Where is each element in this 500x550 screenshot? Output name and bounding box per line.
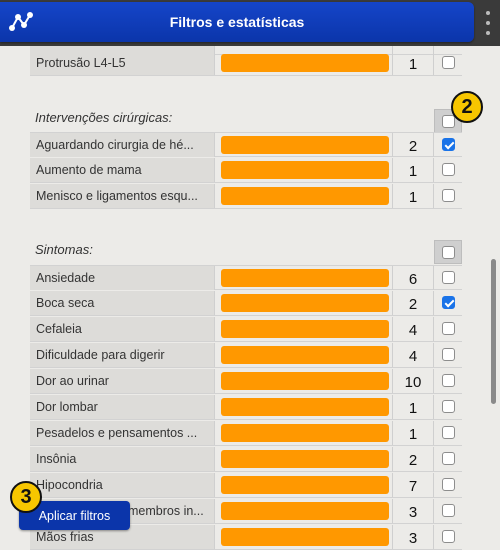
page-title: Filtros e estatísticas <box>169 14 305 30</box>
count-bar <box>221 528 389 546</box>
table-row: Pesadelos e pensamentos ... 1 <box>30 421 462 446</box>
count-bar <box>221 476 389 494</box>
header-bar: Filtros e estatísticas <box>0 2 474 42</box>
row-label: Aguardando cirurgia de hé... <box>30 133 215 157</box>
count-bar <box>221 161 389 179</box>
row-label: Dor lombar <box>30 395 215 419</box>
row-count: 2 <box>392 133 434 157</box>
count-bar <box>221 54 389 72</box>
filter-checkbox[interactable] <box>442 426 455 439</box>
filter-checkbox[interactable] <box>442 189 455 202</box>
filter-checkbox[interactable] <box>442 530 455 543</box>
header: Filtros e estatísticas <box>0 0 500 46</box>
filter-checkbox[interactable] <box>442 348 455 361</box>
row-count: 4 <box>392 317 434 341</box>
table-row: Protrusão L4-L5 1 <box>30 51 462 76</box>
row-count: 2 <box>392 447 434 471</box>
row-label: Dor ao urinar <box>30 369 215 393</box>
count-bar <box>221 294 389 312</box>
table-row: Aumento de mama 1 <box>30 158 462 183</box>
row-count: 3 <box>392 525 434 549</box>
count-bar <box>221 372 389 390</box>
count-bar <box>221 398 389 416</box>
count-bar <box>221 424 389 442</box>
row-count: 1 <box>392 51 434 75</box>
section-select-all-box <box>434 240 462 264</box>
count-bar <box>221 187 389 205</box>
row-count: 1 <box>392 158 434 182</box>
step-badge-2: 2 <box>451 91 483 123</box>
filter-list: Protrusão L4-L5 1 Intervenções cirúrgica… <box>0 46 500 550</box>
row-label: Pesadelos e pensamentos ... <box>30 421 215 445</box>
filter-checkbox[interactable] <box>442 296 455 309</box>
count-bar <box>221 502 389 520</box>
count-bar <box>221 269 389 287</box>
filter-checkbox[interactable] <box>442 138 455 151</box>
row-label: Cefaleia <box>30 317 215 341</box>
filter-checkbox[interactable] <box>442 56 455 69</box>
table-row: Dificuldade para digerir 4 <box>30 343 462 368</box>
section-title: Intervenções cirúrgicas: <box>35 110 173 125</box>
filter-checkbox[interactable] <box>442 322 455 335</box>
count-bar <box>221 136 389 154</box>
filter-checkbox[interactable] <box>442 452 455 465</box>
count-bar <box>221 450 389 468</box>
select-all-checkbox[interactable] <box>442 246 455 259</box>
filter-checkbox[interactable] <box>442 163 455 176</box>
vertical-dots-icon[interactable] <box>481 11 495 35</box>
table-row: Ansiedade 6 <box>30 265 462 290</box>
table-row: Insônia 2 <box>30 447 462 472</box>
section-title: Sintomas: <box>35 242 93 257</box>
table-row: Dor lombar 1 <box>30 395 462 420</box>
table-row: Aguardando cirurgia de hé... 2 <box>30 132 462 157</box>
table-row: Menisco e ligamentos esqu... 1 <box>30 184 462 209</box>
filter-checkbox[interactable] <box>442 271 455 284</box>
row-count: 6 <box>392 266 434 290</box>
row-label: Protrusão L4-L5 <box>30 51 215 75</box>
row-label: Ansiedade <box>30 266 215 290</box>
row-label: Aumento de mama <box>30 158 215 182</box>
count-bar <box>221 320 389 338</box>
filter-checkbox[interactable] <box>442 504 455 517</box>
row-count: 3 <box>392 499 434 523</box>
count-bar <box>221 346 389 364</box>
step-badge-3: 3 <box>10 481 42 513</box>
filter-checkbox[interactable] <box>442 478 455 491</box>
row-label: Hipocondria <box>30 473 215 497</box>
row-count: 1 <box>392 184 434 208</box>
row-count: 1 <box>392 421 434 445</box>
row-label: Boca seca <box>30 291 215 315</box>
table-row: Boca seca 2 <box>30 291 462 316</box>
filter-checkbox[interactable] <box>442 374 455 387</box>
row-label: Menisco e ligamentos esqu... <box>30 184 215 208</box>
table-row: Dor ao urinar 10 <box>30 369 462 394</box>
row-count: 4 <box>392 343 434 367</box>
scrollbar-thumb[interactable] <box>491 259 496 404</box>
table-row: Hipocondria 7 <box>30 473 462 498</box>
filter-checkbox[interactable] <box>442 400 455 413</box>
row-label: Insônia <box>30 447 215 471</box>
row-count: 1 <box>392 395 434 419</box>
row-label: Dificuldade para digerir <box>30 343 215 367</box>
row-count: 2 <box>392 291 434 315</box>
select-all-checkbox[interactable] <box>442 115 455 128</box>
table-row: Cefaleia 4 <box>30 317 462 342</box>
row-count: 10 <box>392 369 434 393</box>
row-count: 7 <box>392 473 434 497</box>
